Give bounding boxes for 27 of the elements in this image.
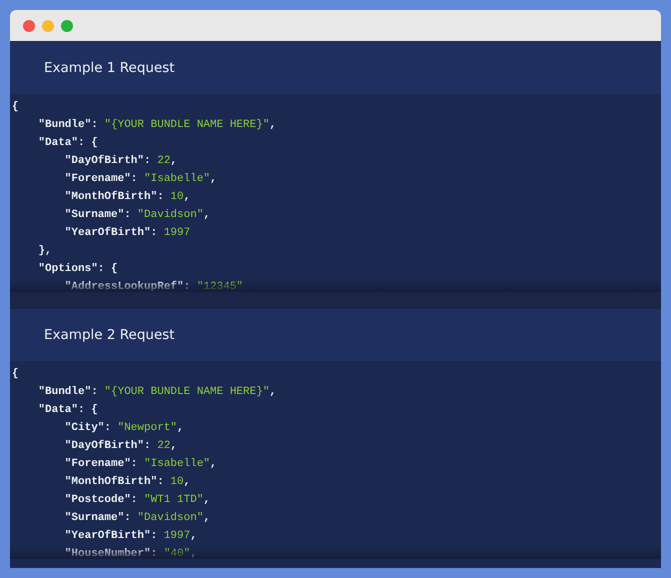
section-title: Example 1 Request bbox=[44, 60, 175, 76]
code-line: }, bbox=[38, 245, 52, 257]
code-line: "Data": { bbox=[38, 137, 98, 149]
code-line: "MonthOfBirth": 10, bbox=[64, 476, 190, 488]
code-line: "YearOfBirth": 1997 bbox=[64, 227, 190, 239]
code-line: "HouseNumber": "40", bbox=[64, 548, 197, 559]
code-line: "Data": { bbox=[38, 404, 98, 416]
code-line: "DayOfBirth": 22, bbox=[64, 155, 178, 167]
section-title: Example 2 Request bbox=[44, 327, 175, 343]
code-line: "AddressLookupRef": "12345" bbox=[64, 281, 244, 292]
code-line: "Forename": "Isabelle", bbox=[64, 173, 217, 185]
code-line: { bbox=[12, 368, 19, 380]
zoom-button[interactable] bbox=[61, 20, 73, 32]
close-button[interactable] bbox=[23, 20, 35, 32]
code-line: "Bundle": "{YOUR BUNDLE NAME HERE}", bbox=[38, 386, 276, 398]
code-line: "Forename": "Isabelle", bbox=[64, 458, 217, 470]
code-line: "City": "Newport", bbox=[64, 422, 184, 434]
code-line: "Bundle": "{YOUR BUNDLE NAME HERE}", bbox=[38, 119, 276, 131]
code-line: { bbox=[12, 101, 19, 113]
minimize-button[interactable] bbox=[42, 20, 54, 32]
code-line: "DayOfBirth": 22, bbox=[64, 440, 178, 452]
code-line: "Surname": "Davidson", bbox=[64, 512, 210, 524]
code-line: "MonthOfBirth": 10, bbox=[64, 191, 190, 203]
code-line: "Surname": "Davidson", bbox=[64, 209, 210, 221]
code-line: "Postcode": "WT1 1TD", bbox=[64, 494, 210, 506]
code-line: "Options": { bbox=[38, 263, 118, 275]
code-line: "YearOfBirth": 1997, bbox=[64, 530, 197, 542]
